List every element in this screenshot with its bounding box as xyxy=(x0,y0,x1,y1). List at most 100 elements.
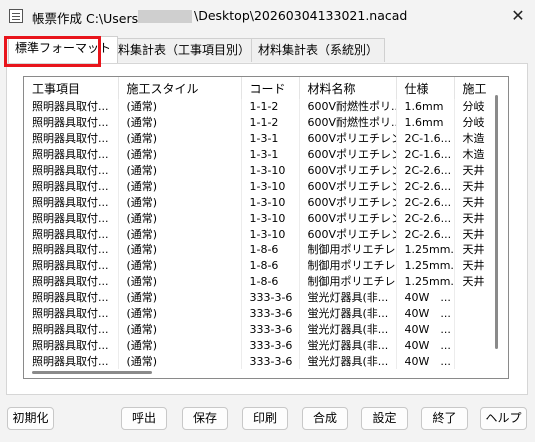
redacted-username xyxy=(138,10,192,23)
table-cell: 600Vポリエチレン... xyxy=(299,194,397,211)
table-cell: (通常) xyxy=(118,162,242,179)
settings-button[interactable]: 設定 xyxy=(361,407,408,430)
table-cell: 蛍光灯器具(非... xyxy=(299,337,397,354)
table-cell: 照明器具取付... xyxy=(24,162,119,179)
table-cell: 蛍光灯器具(非... xyxy=(299,289,397,306)
table-row[interactable]: 照明器具取付...(通常)1-3-10600Vポリエチレン...2C-2.6..… xyxy=(24,226,508,243)
table-row[interactable]: 照明器具取付...(通常)1-3-1600Vポリエチレン...2C-1.6...… xyxy=(24,146,508,163)
column-header[interactable]: 施工スタイル xyxy=(118,77,242,99)
help-button[interactable]: ヘルプ xyxy=(480,407,527,430)
horizontal-scroll-thumb[interactable] xyxy=(32,371,152,374)
report-grid[interactable]: 工事項目 施工スタイル コード 材料名称 仕様 施工 照明器具取付... (通常) 1-1-2… xyxy=(23,76,509,379)
table-cell: 蛍光灯器具(非... xyxy=(299,321,397,338)
table-cell: (通常) xyxy=(118,194,242,211)
table-cell: 照明器具取付... xyxy=(24,242,119,258)
table-cell: 1-3-10 xyxy=(241,210,300,227)
call-button[interactable]: 呼出 xyxy=(121,407,167,430)
vertical-scrollbar[interactable] xyxy=(492,83,503,365)
column-header[interactable]: 工事項目 xyxy=(24,77,119,99)
init-button[interactable]: 初期化 xyxy=(7,407,54,430)
tab-standard-format[interactable]: 標準フォーマット xyxy=(8,36,119,63)
table-cell: 2C-2.6... xyxy=(396,210,455,227)
table-row[interactable]: 照明器具取付... (通常) 333-3-6 蛍光灯器具(非... 40W ... xyxy=(24,353,508,370)
table-row[interactable]: 照明器具取付...(通常)1-8-6制御用ポリエチレ...1.25mm...天井 xyxy=(24,257,508,274)
table-cell: 2C-2.6... xyxy=(396,226,455,243)
exit-button[interactable]: 終了 xyxy=(421,407,468,430)
table-cell: 照明器具取付... xyxy=(24,146,119,163)
table-cell: 333-3-6 xyxy=(241,321,300,338)
table-cell: (通常) xyxy=(118,114,242,131)
tab-strip: 標準フォーマット 材料集計表（工事項目別） 材料集計表（系統別） xyxy=(0,36,535,64)
table-cell: 照明器具取付... xyxy=(24,226,119,243)
table-cell: 1.25mm... xyxy=(396,242,455,258)
table-cell: (通常) xyxy=(118,289,242,306)
table-cell: 600Vポリエチレン... xyxy=(299,210,397,227)
table-cell: 1.25mm... xyxy=(396,273,455,290)
table-row[interactable]: 照明器具取付... (通常) 333-3-6 蛍光灯器具(非... 40W ... xyxy=(24,289,508,306)
table-cell: 2C-1.6... xyxy=(396,146,455,163)
table-cell: 1.25mm... xyxy=(396,257,455,274)
column-header[interactable]: 材料名称 xyxy=(299,77,397,99)
window-title-prefix: 帳票作成 C:\Users xyxy=(32,11,139,26)
table-row[interactable]: 照明器具取付... (通常) 333-3-6 蛍光灯器具(非... 40W ... xyxy=(24,337,508,354)
table-row[interactable]: 照明器具取付...(通常)1-3-10600Vポリエチレン...2C-2.6..… xyxy=(24,210,508,227)
table-cell: 照明器具取付... xyxy=(24,305,119,322)
table-cell: 40W ... xyxy=(396,305,455,322)
document-icon xyxy=(9,9,23,23)
table-row[interactable]: 照明器具取付... (通常) 1-1-2 600V耐燃性ポリ... 1.6mm 分岐 xyxy=(24,99,508,115)
column-header[interactable]: コード xyxy=(241,77,300,99)
table-cell: 照明器具取付... xyxy=(24,178,119,195)
table-cell: (通常) xyxy=(118,321,242,338)
save-button[interactable]: 保存 xyxy=(182,407,228,430)
table-cell: (通常) xyxy=(118,353,242,370)
table-cell: (通常) xyxy=(118,146,242,163)
table-cell: 40W ... xyxy=(396,289,455,306)
table-cell: 600Vポリエチレン... xyxy=(299,162,397,179)
table-cell: 照明器具取付... xyxy=(24,273,119,290)
table-cell: 1-1-2 xyxy=(241,114,300,131)
tab-material-summary-by-work-item[interactable]: 材料集計表（工事項目別） xyxy=(99,38,258,62)
table-cell: 1-3-10 xyxy=(241,194,300,211)
table-cell: 1-3-10 xyxy=(241,162,300,179)
table-cell: 1-3-10 xyxy=(241,226,300,243)
table-row[interactable]: 照明器具取付...(通常)1-3-10600Vポリエチレン...2C-2.6..… xyxy=(24,162,508,179)
table-cell: 1.6mm xyxy=(396,114,455,131)
table-cell: 40W ... xyxy=(396,353,455,370)
table-row[interactable]: 照明器具取付...(通常)1-8-6制御用ポリエチレ...1.25mm...天井 xyxy=(24,242,508,258)
table-cell: 1-3-1 xyxy=(241,130,300,147)
table-row[interactable]: 照明器具取付...(通常)1-3-10600Vポリエチレン...2C-2.6..… xyxy=(24,194,508,211)
tab-material-summary-by-system[interactable]: 材料集計表（系統別） xyxy=(251,38,386,62)
table-row[interactable]: 照明器具取付... (通常) 333-3-6 蛍光灯器具(非... 40W ... xyxy=(24,305,508,322)
table-cell: (通常) xyxy=(118,242,242,258)
table-cell: 照明器具取付... xyxy=(24,194,119,211)
table-row[interactable]: 照明器具取付...(通常)1-8-6制御用ポリエチレ...1.25mm...天井 xyxy=(24,273,508,290)
table-row[interactable]: 照明器具取付...(通常)1-3-10600Vポリエチレン...2C-2.6..… xyxy=(24,178,508,195)
table-cell: (通常) xyxy=(118,305,242,322)
table-cell: 照明器具取付... xyxy=(24,114,119,131)
table-cell: 1-8-6 xyxy=(241,257,300,274)
close-icon[interactable]: ✕ xyxy=(505,3,531,29)
grid-body: 照明器具取付... (通常) 1-1-2 600V耐燃性ポリ... 1.6mm 分岐 照明器… xyxy=(24,99,508,370)
table-cell: 照明器具取付... xyxy=(24,210,119,227)
table-row[interactable]: 照明器具取付... (通常) 333-3-6 蛍光灯器具(非... 40W ... xyxy=(24,321,508,338)
column-header[interactable]: 仕様 xyxy=(396,77,455,99)
combine-button[interactable]: 合成 xyxy=(302,407,348,430)
table-cell: (通常) xyxy=(118,210,242,227)
vertical-scroll-thumb[interactable] xyxy=(495,95,498,349)
grid-header-row: 工事項目 施工スタイル コード 材料名称 仕様 施工 xyxy=(24,77,508,99)
table-cell: (通常) xyxy=(118,178,242,195)
table-cell: (通常) xyxy=(118,273,242,290)
table-cell: 600Vポリエチレン... xyxy=(299,178,397,195)
table-cell: (通常) xyxy=(118,337,242,354)
table-row[interactable]: 照明器具取付...(通常)1-3-1600Vポリエチレン...2C-1.6...… xyxy=(24,130,508,147)
table-row[interactable]: 照明器具取付... (通常) 1-1-2 600V耐燃性ポリ... 1.6mm 分岐 xyxy=(24,114,508,131)
table-cell: 照明器具取付... xyxy=(24,321,119,338)
table-cell: (通常) xyxy=(118,130,242,147)
table-cell: 照明器具取付... xyxy=(24,337,119,354)
table-cell: 600Vポリエチレン... xyxy=(299,226,397,243)
table-cell: 2C-2.6... xyxy=(396,162,455,179)
print-button[interactable]: 印刷 xyxy=(242,407,288,430)
table-cell: 照明器具取付... xyxy=(24,130,119,147)
table-cell: 600Vポリエチレン... xyxy=(299,146,397,163)
table-cell: 2C-2.6... xyxy=(396,194,455,211)
